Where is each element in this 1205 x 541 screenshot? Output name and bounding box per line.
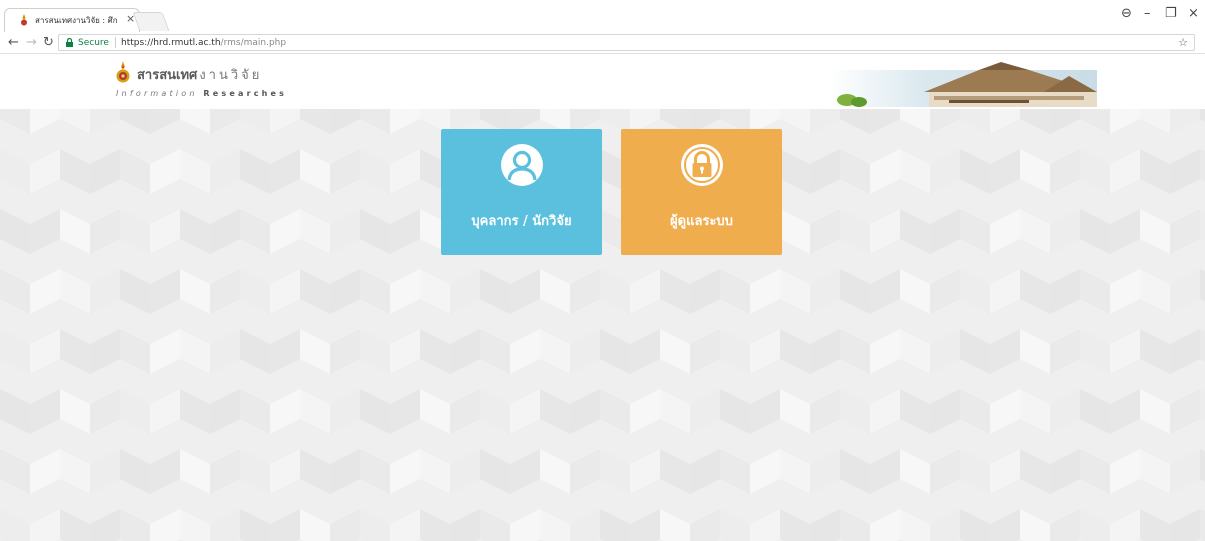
restore-icon[interactable]: ❐ xyxy=(1165,6,1177,22)
tab-title: สารสนเทศงานวิจัย : ศึกษาระ xyxy=(35,16,117,25)
url-path: /rms/main.php xyxy=(220,38,287,48)
site-title[interactable]: สารสนเทศ งานวิจัย xyxy=(137,68,262,84)
url-divider xyxy=(115,37,116,48)
url-host: https://hrd.rmutl.ac.th xyxy=(121,38,221,48)
browser-tab[interactable]: สารสนเทศงานวิจัย : ศึกษาระ × xyxy=(4,8,140,32)
lock-icon xyxy=(681,144,723,186)
subtitle-researches: Researches xyxy=(203,89,288,98)
browser-tabstrip: สารสนเทศงานวิจัย : ศึกษาระ × ⊖ – ❐ × xyxy=(0,0,1205,32)
administrator-tile[interactable]: ผู้ดูแลระบบ xyxy=(621,129,782,255)
secure-label: Secure xyxy=(78,38,109,48)
bookmark-star-icon[interactable]: ☆ xyxy=(1178,35,1188,50)
administrator-label: ผู้ดูแลระบบ xyxy=(670,214,733,229)
secure-lock-icon xyxy=(66,38,73,47)
subtitle-information: Information xyxy=(116,89,198,98)
new-tab-button[interactable] xyxy=(132,12,170,31)
url-text[interactable]: https://hrd.rmutl.ac.th/rms/main.php xyxy=(121,36,286,50)
address-bar[interactable]: Secure https://hrd.rmutl.ac.th/rms/main.… xyxy=(58,34,1195,51)
background-pattern xyxy=(0,109,1205,541)
forward-arrow-icon[interactable]: → xyxy=(26,35,37,51)
site-favicon-icon xyxy=(21,14,27,26)
staff-researcher-tile[interactable]: บุคลากร / นักวิจัย xyxy=(441,129,602,255)
user-icon xyxy=(501,144,543,186)
site-header: สารสนเทศ งานวิจัย Information Researches xyxy=(0,54,1205,109)
building-banner-image xyxy=(829,62,1097,107)
profile-icon[interactable]: ⊖ xyxy=(1121,6,1132,22)
browser-toolbar: ← → ↻ Secure https://hrd.rmutl.ac.th/rms… xyxy=(0,32,1205,54)
main-content: บุคลากร / นักวิจัย ผู้ดูแลระบบ xyxy=(0,109,1205,541)
site-title-bold: สารสนเทศ xyxy=(137,68,198,83)
reload-icon[interactable]: ↻ xyxy=(43,35,54,51)
window-close-icon[interactable]: × xyxy=(1188,6,1199,22)
site-subtitle: Information Researches xyxy=(116,88,287,99)
back-arrow-icon[interactable]: ← xyxy=(8,35,19,51)
minimize-icon[interactable]: – xyxy=(1144,6,1151,22)
site-title-spaced: งานวิจัย xyxy=(199,68,263,83)
university-emblem-icon xyxy=(116,61,130,83)
staff-researcher-label: บุคลากร / นักวิจัย xyxy=(471,214,572,229)
